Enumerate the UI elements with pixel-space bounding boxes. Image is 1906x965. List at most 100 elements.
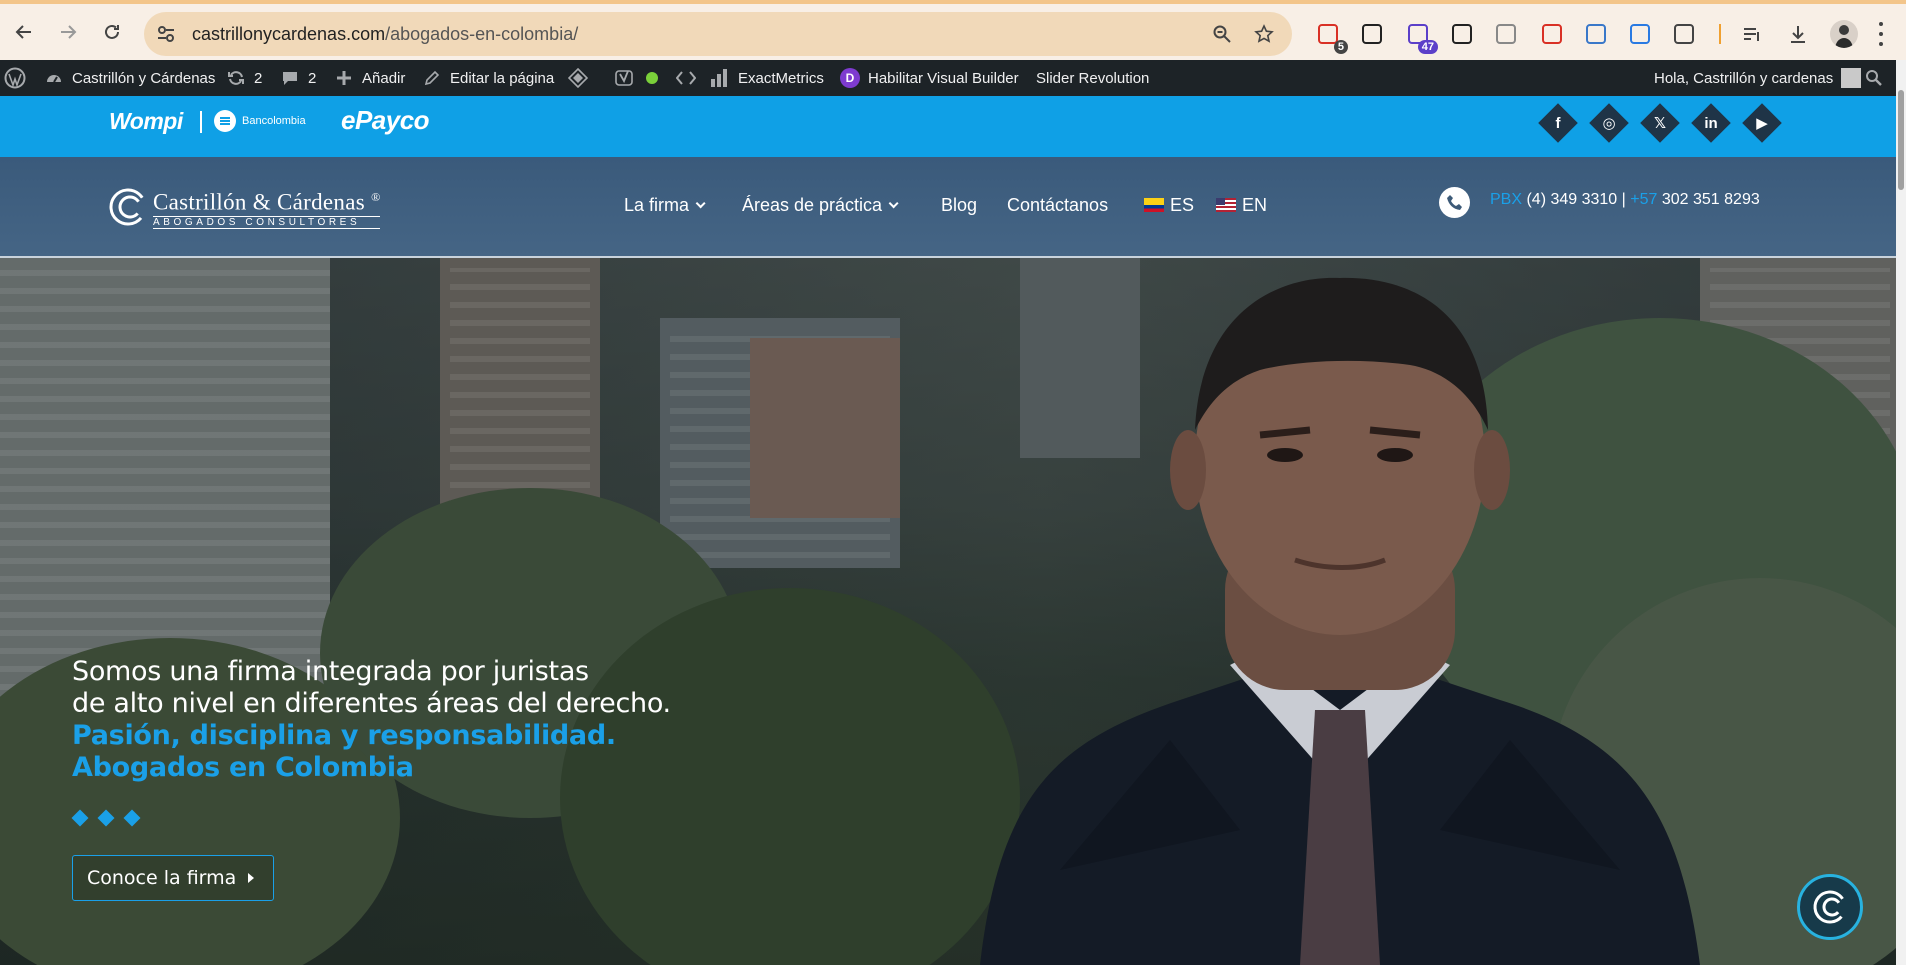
pbx-number[interactable]: (4) 349 3310 <box>1526 191 1617 208</box>
reading-list-icon[interactable] <box>1740 22 1764 46</box>
lang-es[interactable]: ES <box>1144 193 1194 217</box>
downloads-icon[interactable] <box>1786 22 1810 46</box>
wordpress-icon[interactable] <box>1584 22 1608 46</box>
user-avatar <box>1841 68 1862 88</box>
nav-blog[interactable]: Blog <box>941 193 977 217</box>
pbx-label: PBX <box>1490 191 1523 208</box>
x-icon-glyph: 𝕏 <box>1653 115 1667 132</box>
ext-purple-icon[interactable]: 47 <box>1406 22 1438 54</box>
site-logo[interactable]: Castrillón & Cárdenas ® ABOGADOS CONSULT… <box>109 185 381 229</box>
youtube-icon[interactable]: ▶ <box>1742 103 1782 143</box>
bar-chart-icon <box>710 68 730 88</box>
yoast-icon <box>614 68 634 88</box>
mobile-number[interactable]: 302 351 8293 <box>1662 191 1760 208</box>
chrome-menu-button[interactable] <box>1878 22 1884 46</box>
instagram-icon[interactable]: ◎ <box>1589 103 1629 143</box>
divi-diamond-menu[interactable] <box>568 60 588 96</box>
hero-banner <box>0 258 1896 965</box>
logo-divider <box>200 111 202 133</box>
plus-icon <box>334 68 354 88</box>
updates-menu[interactable]: 2 <box>226 60 262 96</box>
profile-avatar[interactable] <box>1830 20 1858 48</box>
bancolombia-label: Bancolombia <box>242 115 306 127</box>
extension-badge: 47 <box>1417 40 1438 54</box>
phone-icon[interactable] <box>1439 187 1470 218</box>
exactmetrics-menu[interactable]: ExactMetrics <box>710 60 824 96</box>
forward-arrow-icon <box>61 25 77 39</box>
caret-right-icon <box>248 873 255 883</box>
add-new-menu[interactable]: Añadir <box>334 60 405 96</box>
diamond-icon <box>568 68 588 88</box>
background-building <box>750 338 900 518</box>
epayco-logo[interactable]: ePayco <box>341 105 430 136</box>
slider-revolution-label: Slider Revolution <box>1036 69 1150 87</box>
comment-icon <box>280 68 300 88</box>
visual-builder-label: Habilitar Visual Builder <box>868 69 1019 87</box>
visual-builder-link[interactable]: D Habilitar Visual Builder <box>840 60 1019 96</box>
browser-toolbar: castrillonycardenas.com/abogados-en-colo… <box>0 0 1906 60</box>
bancolombia-icon <box>214 110 236 132</box>
lang-es-label: ES <box>1170 194 1195 215</box>
wp-logo-menu[interactable] <box>4 60 26 96</box>
diamond-icon <box>97 809 115 827</box>
facebook-icon[interactable]: f <box>1538 103 1578 143</box>
lang-en-label: EN <box>1242 194 1268 215</box>
code-menu[interactable] <box>676 60 696 96</box>
slider-revolution-link[interactable]: Slider Revolution <box>1036 60 1149 96</box>
bancolombia-logo[interactable]: Bancolombia <box>214 110 306 132</box>
logo-c-icon <box>1813 890 1847 924</box>
ext-red-icon[interactable] <box>1540 22 1564 46</box>
comments-menu[interactable]: 2 <box>280 60 316 96</box>
divi-d-icon: D <box>840 68 860 88</box>
account-menu[interactable]: Hola, Castrillón y cardenas <box>1654 60 1862 96</box>
site-name-menu[interactable]: Castrillón y Cárdenas <box>44 60 215 96</box>
pip-icon[interactable] <box>1450 22 1474 46</box>
eyedropper-icon[interactable] <box>1360 22 1384 46</box>
nav-la-firma-label: La firma <box>624 194 690 215</box>
chat-widget-button[interactable] <box>1797 874 1863 940</box>
scrollbar-thumb[interactable] <box>1898 90 1904 190</box>
attorney-portrait <box>980 277 1700 965</box>
us-flag-icon <box>1216 198 1236 212</box>
bookmark-star-icon[interactable] <box>1254 24 1274 44</box>
puzzle-icon[interactable] <box>1672 22 1696 46</box>
cta-label: Conoce la firma <box>87 867 237 889</box>
diamond-icon <box>71 809 89 827</box>
back-button[interactable] <box>12 20 36 44</box>
forward-button[interactable] <box>56 20 80 44</box>
back-arrow-icon <box>15 25 31 39</box>
nav-areas-practica[interactable]: Áreas de práctica <box>742 193 899 217</box>
edit-page-label: Editar la página <box>450 69 555 87</box>
hero-subtitle: Abogados en Colombia <box>72 752 414 783</box>
page-scrollbar[interactable] <box>1896 60 1906 965</box>
ext-calendar-icon[interactable]: 5 <box>1316 22 1348 54</box>
wompi-logo[interactable]: Wompi <box>109 108 183 135</box>
address-bar[interactable]: castrillonycardenas.com/abogados-en-colo… <box>144 12 1292 56</box>
updates-count: 2 <box>254 69 263 87</box>
hero-line-2: de alto nivel en diferentes áreas del de… <box>72 688 671 719</box>
reload-button[interactable] <box>100 20 124 44</box>
camera-icon[interactable] <box>1494 22 1518 46</box>
nav-areas-label: Áreas de práctica <box>742 194 883 215</box>
zoom-icon[interactable] <box>1212 24 1232 44</box>
url-text: castrillonycardenas.com/abogados-en-colo… <box>192 24 578 45</box>
ext-blue-check-icon[interactable] <box>1628 22 1652 46</box>
conoce-la-firma-button[interactable]: Conoce la firma <box>72 855 274 901</box>
yoast-menu[interactable] <box>614 60 662 96</box>
diamond-icon <box>123 809 141 827</box>
admin-search[interactable] <box>1864 60 1884 96</box>
exactmetrics-label: ExactMetrics <box>738 69 824 87</box>
hero-tagline: Pasión, disciplina y responsabilidad. <box>72 720 616 751</box>
nav-la-firma[interactable]: La firma <box>624 193 706 217</box>
site-info-icon[interactable] <box>156 24 176 44</box>
dashboard-icon <box>44 68 64 88</box>
x-icon[interactable]: 𝕏 <box>1640 103 1680 143</box>
hero-line-1: Somos una firma integrada por juristas <box>72 656 589 687</box>
linkedin-icon[interactable]: in <box>1691 103 1731 143</box>
nav-contactanos[interactable]: Contáctanos <box>1007 193 1108 217</box>
edit-page-link[interactable]: Editar la página <box>422 60 554 96</box>
lang-en[interactable]: EN <box>1216 193 1267 217</box>
wordpress-logo-icon <box>4 67 26 89</box>
seo-status-dot-icon <box>642 68 662 88</box>
facebook-icon-glyph: f <box>1555 114 1561 132</box>
